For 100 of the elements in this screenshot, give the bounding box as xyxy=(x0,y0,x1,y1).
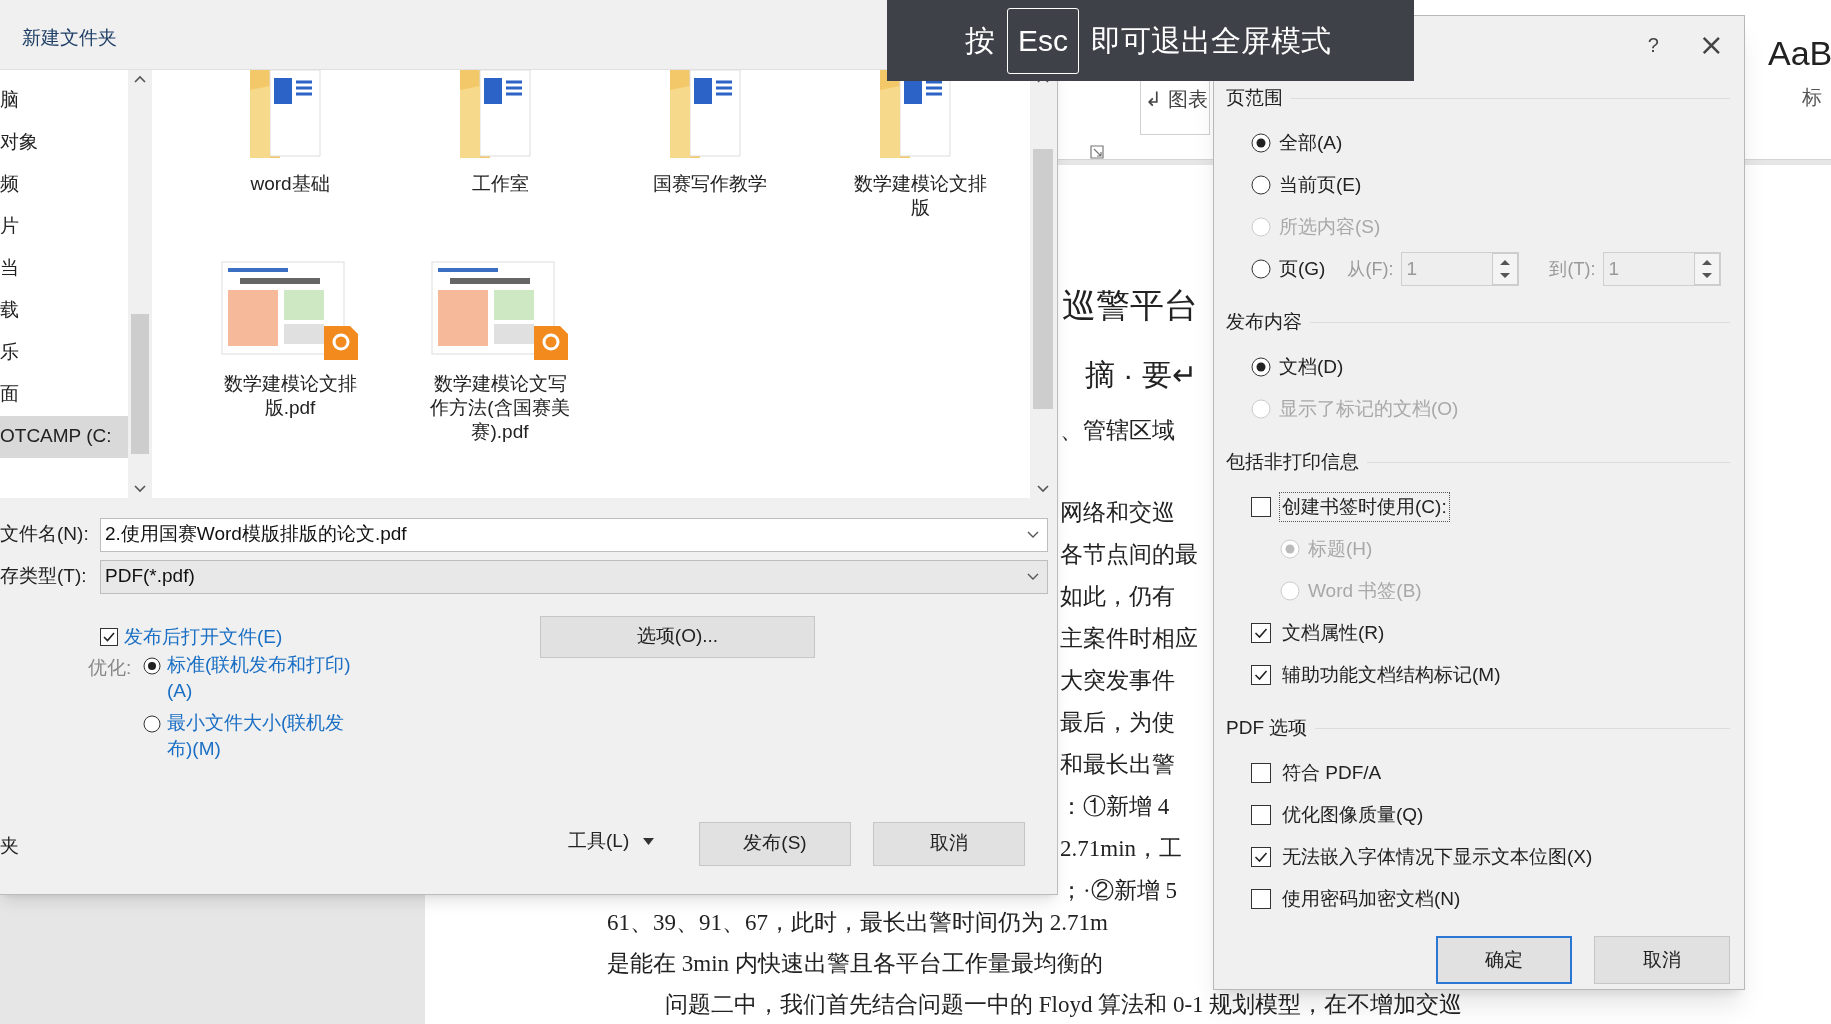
document-text: 大突发事件 xyxy=(1060,666,1175,695)
publish-button[interactable]: 发布(S) xyxy=(699,821,851,866)
ok-button[interactable]: 确定 xyxy=(1436,936,1572,984)
radio-button[interactable] xyxy=(143,714,161,733)
radio-label[interactable]: 文档(D) xyxy=(1279,352,1344,382)
filetype-dropdown[interactable]: PDF(*.pdf) xyxy=(100,559,1048,594)
sidebar-item[interactable]: 载 xyxy=(0,289,128,332)
radio-button[interactable] xyxy=(1251,175,1271,195)
scroll-up-icon[interactable] xyxy=(133,73,147,84)
document-text: 、管辖区域 xyxy=(1060,416,1175,445)
checkbox-label[interactable]: 文档属性(R) xyxy=(1279,617,1388,649)
document-text: 2.71min，工 xyxy=(1060,834,1183,863)
section-title: 包括非打印信息 xyxy=(1226,449,1359,474)
scrollbar-thumb[interactable] xyxy=(131,313,149,454)
document-text: 问题二中，我们首先结合问题一中的 Floyd 算法和 0-1 规划模型，在不增加交巡 xyxy=(665,991,1463,1020)
radio-button[interactable] xyxy=(1251,357,1271,377)
file-name[interactable]: 工作室 xyxy=(427,171,573,196)
sidebar-item[interactable]: 面 xyxy=(0,373,128,416)
style-preview: AaB xyxy=(1768,33,1831,74)
checkbox[interactable] xyxy=(1251,497,1271,517)
checkbox[interactable] xyxy=(1251,763,1271,783)
notice-text: 按 xyxy=(965,23,995,59)
checkbox[interactable] xyxy=(1251,623,1271,643)
document-text: 61、39、91、67，此时，最长出警时间仍为 2.71m xyxy=(607,909,1108,938)
cancel-button[interactable]: 取消 xyxy=(1594,936,1730,984)
help-button[interactable]: ? xyxy=(1647,30,1659,60)
document-text: 如此，仍有 xyxy=(1060,582,1175,611)
checkbox[interactable] xyxy=(1251,665,1271,685)
dialog-launcher-icon[interactable] xyxy=(1090,145,1104,159)
optimize-label: 优化: xyxy=(88,655,132,680)
checkbox-label[interactable]: 使用密码加密文档(N) xyxy=(1279,883,1464,915)
sidebar-item[interactable]: 脑 xyxy=(0,79,128,122)
checkbox-label[interactable]: 发布后打开文件(E) xyxy=(124,622,283,651)
sidebar-item[interactable]: 对象 xyxy=(0,121,128,164)
radio-label[interactable]: 标准(联机发布和打印)(A) xyxy=(167,651,359,704)
file-name[interactable]: 数学建模论文写作方法(含国赛美赛).pdf xyxy=(427,371,573,444)
radio-button[interactable] xyxy=(143,656,161,675)
checkbox-label[interactable]: 辅助功能文档结构标记(M) xyxy=(1279,659,1504,691)
radio-button[interactable] xyxy=(1251,259,1271,279)
checkbox-label[interactable]: 无法嵌入字体情况下显示文本位图(X) xyxy=(1279,841,1596,873)
options-button[interactable]: 选项(O)... xyxy=(540,615,815,658)
document-text: 各节点间的最 xyxy=(1060,540,1198,569)
abstract-title: 摘 · 要↵ xyxy=(1085,357,1197,393)
field-label: 文件名(N): xyxy=(0,522,90,547)
radio-button[interactable] xyxy=(1251,133,1271,153)
checkbox[interactable] xyxy=(1251,889,1271,909)
field-label: 存类型(T): xyxy=(0,564,88,589)
scroll-down-icon[interactable] xyxy=(1036,483,1050,494)
caret-icon xyxy=(643,838,655,845)
field-label: 从(F): xyxy=(1347,257,1394,281)
style-label: 标 xyxy=(1802,85,1822,110)
new-folder-button[interactable]: 新建文件夹 xyxy=(22,24,117,53)
checkbox-label[interactable]: 符合 PDF/A xyxy=(1279,757,1385,789)
checkbox-label[interactable]: 优化图像质量(Q) xyxy=(1279,799,1427,831)
dropdown-caret-icon xyxy=(1027,530,1039,539)
file-name[interactable]: 国赛写作教学 xyxy=(637,171,783,196)
checkbox[interactable] xyxy=(1251,805,1271,825)
checkbox[interactable] xyxy=(1251,847,1271,867)
scrollbar-thumb[interactable] xyxy=(1033,148,1053,409)
spinner-icon[interactable] xyxy=(1694,253,1721,285)
sidebar-item[interactable]: 当 xyxy=(0,247,128,290)
section-title: PDF 选项 xyxy=(1226,715,1308,740)
cancel-button[interactable]: 取消 xyxy=(873,821,1025,866)
sidebar-item[interactable]: 片 xyxy=(0,205,128,248)
sidebar-item[interactable]: OTCAMP (C: xyxy=(0,415,128,458)
document-text: 网络和交巡 xyxy=(1060,498,1175,527)
radio-label[interactable]: 页(G) xyxy=(1279,254,1326,284)
dropdown-caret-icon xyxy=(1027,572,1039,581)
pdf-thumbnail[interactable] xyxy=(220,259,360,360)
filename-field[interactable]: 2.使用国赛Word模版排版的论文.pdf xyxy=(100,517,1048,552)
checkbox[interactable] xyxy=(100,627,118,646)
radio-label: Word 书签(B) xyxy=(1308,578,1422,603)
scrollbar[interactable] xyxy=(128,69,152,498)
footer-text: 夹 xyxy=(0,833,19,858)
radio-label: 标题(H) xyxy=(1308,536,1373,561)
document-heading: 巡警平台 xyxy=(1062,284,1198,327)
sidebar-item[interactable]: 乐 xyxy=(0,331,128,374)
document-text: 主案件时相应 xyxy=(1060,624,1198,653)
close-button[interactable]: × xyxy=(1698,30,1724,60)
file-name[interactable]: word基础 xyxy=(217,171,363,196)
pdf-thumbnail[interactable] xyxy=(430,259,570,360)
file-name[interactable]: 数学建模论文排版 xyxy=(847,171,993,220)
radio-label: 所选内容(S) xyxy=(1279,214,1381,239)
notice-text: 即可退出全屏模式 xyxy=(1091,23,1331,59)
tools-button[interactable]: 工具(L) xyxy=(568,821,655,862)
checkbox-label[interactable]: 创建书签时使用(C): xyxy=(1279,491,1450,523)
radio-label: 显示了标记的文档(O) xyxy=(1279,396,1459,421)
scroll-down-icon[interactable] xyxy=(133,483,147,494)
sidebar-item[interactable]: 频 xyxy=(0,163,128,206)
document-text: 和最长出警 xyxy=(1060,750,1175,779)
radio-label[interactable]: 全部(A) xyxy=(1279,128,1343,158)
document-text: ；·②新增 5 xyxy=(1060,876,1177,905)
key-cap: Esc xyxy=(1007,7,1079,74)
radio-label[interactable]: 当前页(E) xyxy=(1279,170,1362,200)
style-label: ↲ 图表 xyxy=(1145,87,1208,112)
field-label: 到(T): xyxy=(1549,257,1596,281)
spinner-icon[interactable] xyxy=(1492,253,1519,285)
file-name[interactable]: 数学建模论文排版.pdf xyxy=(217,371,363,420)
radio-label[interactable]: 最小文件大小(联机发布)(M) xyxy=(167,709,359,762)
document-text: 最后，为使 xyxy=(1060,708,1175,737)
